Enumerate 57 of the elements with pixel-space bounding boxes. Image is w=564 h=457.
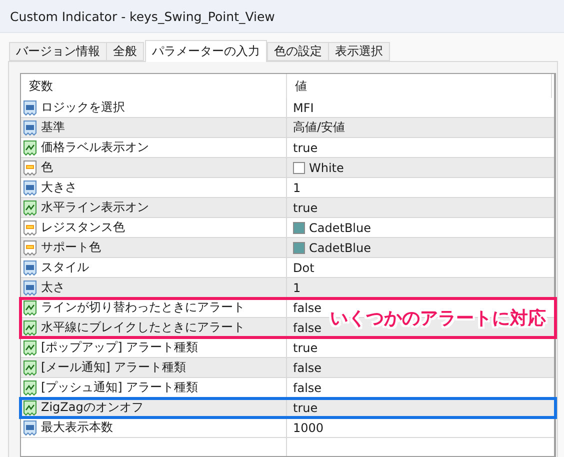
document-icon (23, 180, 37, 196)
parameter-value[interactable]: false (293, 300, 322, 314)
document-icon (23, 280, 37, 296)
document-icon (23, 260, 37, 276)
chart-icon (23, 340, 37, 356)
color-bar-icon (23, 160, 37, 176)
parameter-name: ラインが切り替わったときにアラート (41, 299, 245, 316)
parameter-value[interactable]: MFI (293, 100, 314, 114)
parameter-name: 水平線にブレイクしたときにアラート (41, 319, 245, 336)
parameter-value[interactable]: false (293, 380, 322, 394)
parameter-name: 最大表示本数 (41, 419, 113, 436)
document-icon (23, 100, 37, 116)
tab[interactable]: 表示選択 (328, 42, 390, 61)
parameter-name: 色 (41, 159, 53, 176)
parameter-name: 価格ラベル表示オン (41, 139, 149, 156)
parameter-name: 水平ライン表示オン (41, 199, 149, 216)
tab[interactable]: バージョン情報 (9, 42, 107, 61)
parameter-value[interactable]: CadetBlue (309, 220, 371, 234)
document-icon (23, 120, 37, 136)
parameter-value[interactable]: true (293, 200, 318, 214)
parameter-name: 基準 (41, 119, 65, 136)
parameter-value[interactable]: true (293, 340, 318, 354)
parameter-value[interactable]: Dot (293, 260, 314, 274)
parameter-name: 大きさ (41, 179, 77, 196)
parameter-name: [ポップアップ] アラート種類 (41, 339, 198, 356)
chart-icon (23, 200, 37, 216)
chart-icon (23, 320, 37, 336)
parameter-value[interactable]: CadetBlue (309, 240, 371, 254)
parameter-value[interactable]: 高値/安値 (293, 119, 346, 136)
parameter-value[interactable]: 1 (293, 280, 301, 294)
parameter-value[interactable]: White (309, 160, 344, 174)
tab[interactable]: パラメーターの入力 (145, 40, 267, 62)
color-bar-icon (23, 240, 37, 256)
tab[interactable]: 色の設定 (267, 42, 329, 61)
parameter-name: スタイル (41, 259, 89, 276)
parameter-name: ロジックを選択 (41, 99, 125, 116)
parameter-value[interactable]: true (293, 400, 318, 414)
window-title: Custom Indicator - keys_Swing_Point_View (10, 8, 275, 24)
parameter-value[interactable]: false (293, 320, 322, 334)
chart-icon (23, 380, 37, 396)
document-icon (23, 420, 37, 436)
parameter-value[interactable]: true (293, 140, 318, 154)
parameter-value[interactable]: 1000 (293, 420, 324, 434)
parameter-name: ZigZagのオンオフ (41, 399, 144, 416)
parameter-name: [プッシュ通知] アラート種類 (41, 379, 198, 396)
callout-label: いくつかのアラートに対応 (330, 307, 546, 330)
chart-icon (23, 360, 37, 376)
parameter-name: サポート色 (41, 239, 101, 256)
parameter-name: レジスタンス色 (41, 219, 125, 236)
tab[interactable]: 全般 (106, 42, 144, 61)
chart-icon (23, 140, 37, 156)
parameter-name: 太さ (41, 279, 65, 296)
chart-icon (23, 400, 37, 416)
parameter-value[interactable]: false (293, 360, 322, 374)
chart-icon (23, 300, 37, 316)
parameter-name: [メール通知] アラート種類 (41, 359, 186, 376)
parameter-value[interactable]: 1 (293, 180, 301, 194)
